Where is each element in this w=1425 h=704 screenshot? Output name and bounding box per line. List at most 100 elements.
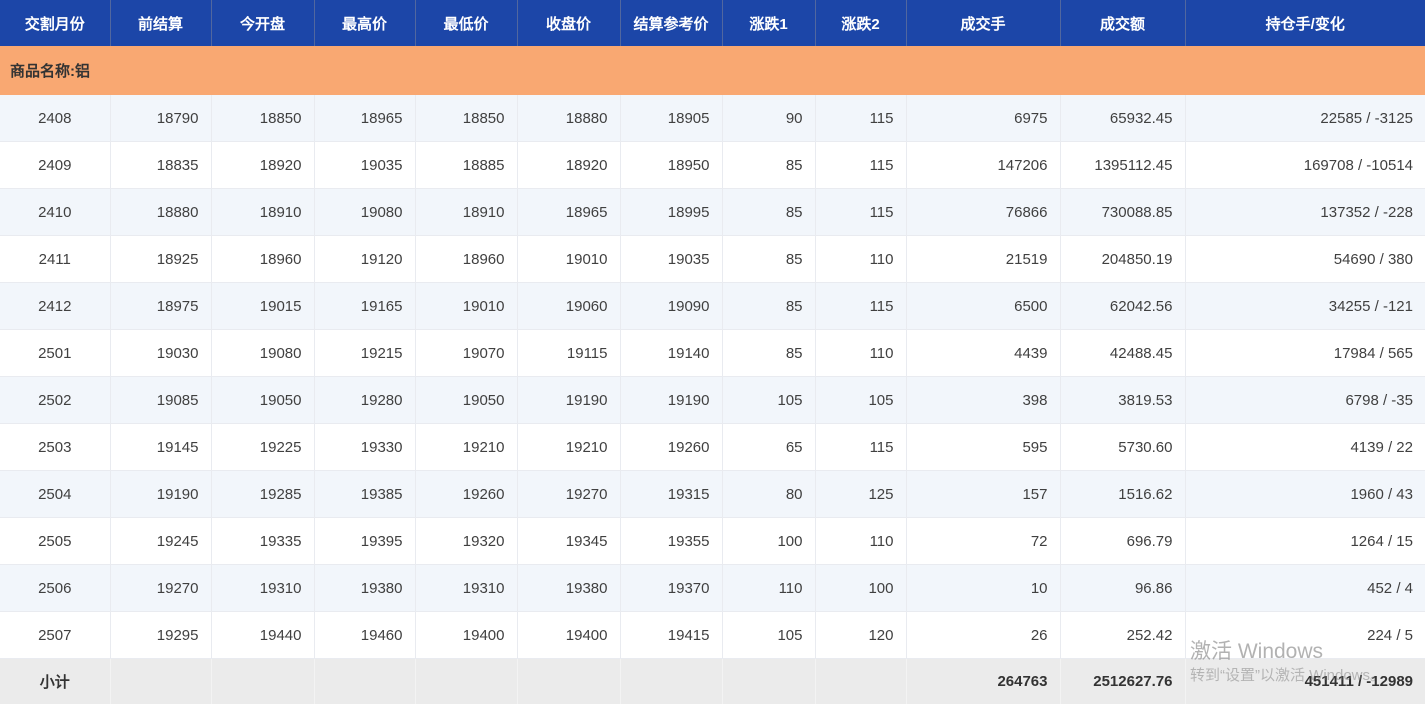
col-header-volume[interactable]: 成交手 — [906, 0, 1060, 46]
cell-prev_settle: 19295 — [110, 612, 211, 659]
cell-prev_settle: 19190 — [110, 471, 211, 518]
cell-turnover: 65932.45 — [1060, 95, 1185, 142]
cell-change1: 105 — [722, 377, 815, 424]
col-header-change1[interactable]: 涨跌1 — [722, 0, 815, 46]
cell-change2: 110 — [815, 330, 906, 377]
cell-settle_ref: 18950 — [620, 142, 722, 189]
col-header-open-interest[interactable]: 持仓手/变化 — [1185, 0, 1425, 46]
cell-low: 18960 — [415, 236, 517, 283]
cell-open: 18910 — [211, 189, 314, 236]
cell-open: 19335 — [211, 518, 314, 565]
col-header-settle-ref[interactable]: 结算参考价 — [620, 0, 722, 46]
col-header-low[interactable]: 最低价 — [415, 0, 517, 46]
cell-prev_settle: 18790 — [110, 95, 211, 142]
table-row: 2410188801891019080189101896518995851157… — [0, 189, 1425, 236]
cell-low: 18910 — [415, 189, 517, 236]
cell-month: 2409 — [0, 142, 110, 189]
cell-turnover: 1395112.45 — [1060, 142, 1185, 189]
col-header-change2[interactable]: 涨跌2 — [815, 0, 906, 46]
cell-settle_ref: 19035 — [620, 236, 722, 283]
cell-settle_ref: 19260 — [620, 424, 722, 471]
cell-open_interest: 17984 / 565 — [1185, 330, 1425, 377]
col-header-open[interactable]: 今开盘 — [211, 0, 314, 46]
cell-change2: 115 — [815, 95, 906, 142]
cell-prev_settle: 18975 — [110, 283, 211, 330]
subtotal-row: 小计 264763 2512627.76 451411 / -12989 — [0, 659, 1425, 704]
cell-change1: 90 — [722, 95, 815, 142]
cell-settle_ref: 19315 — [620, 471, 722, 518]
subtotal-empty-cell — [620, 659, 722, 704]
cell-settle_ref: 19355 — [620, 518, 722, 565]
cell-turnover: 204850.19 — [1060, 236, 1185, 283]
cell-turnover: 252.42 — [1060, 612, 1185, 659]
table-header: 交割月份 前结算 今开盘 最高价 最低价 收盘价 结算参考价 涨跌1 涨跌2 成… — [0, 0, 1425, 46]
cell-high: 19330 — [314, 424, 415, 471]
cell-high: 19280 — [314, 377, 415, 424]
table-row: 2502190851905019280190501919019190105105… — [0, 377, 1425, 424]
cell-change2: 115 — [815, 142, 906, 189]
commodity-group-row: 商品名称:铝 — [0, 46, 1425, 95]
cell-close: 19190 — [517, 377, 620, 424]
table-row: 2506192701931019380193101938019370110100… — [0, 565, 1425, 612]
cell-low: 18850 — [415, 95, 517, 142]
cell-change1: 85 — [722, 142, 815, 189]
cell-open_interest: 54690 / 380 — [1185, 236, 1425, 283]
col-header-close[interactable]: 收盘价 — [517, 0, 620, 46]
cell-open: 19310 — [211, 565, 314, 612]
cell-volume: 21519 — [906, 236, 1060, 283]
subtotal-empty-cell — [517, 659, 620, 704]
cell-close: 19270 — [517, 471, 620, 518]
col-header-high[interactable]: 最高价 — [314, 0, 415, 46]
cell-settle_ref: 19415 — [620, 612, 722, 659]
cell-close: 18965 — [517, 189, 620, 236]
cell-settle_ref: 19090 — [620, 283, 722, 330]
cell-open: 19080 — [211, 330, 314, 377]
cell-open: 19015 — [211, 283, 314, 330]
cell-low: 18885 — [415, 142, 517, 189]
cell-month: 2411 — [0, 236, 110, 283]
cell-high: 19215 — [314, 330, 415, 377]
cell-volume: 6975 — [906, 95, 1060, 142]
cell-volume: 147206 — [906, 142, 1060, 189]
cell-change1: 85 — [722, 330, 815, 377]
table-row: 2503191451922519330192101921019260651155… — [0, 424, 1425, 471]
cell-month: 2502 — [0, 377, 110, 424]
cell-open_interest: 137352 / -228 — [1185, 189, 1425, 236]
col-header-turnover[interactable]: 成交额 — [1060, 0, 1185, 46]
cell-change1: 80 — [722, 471, 815, 518]
cell-change1: 100 — [722, 518, 815, 565]
cell-month: 2507 — [0, 612, 110, 659]
cell-change2: 115 — [815, 283, 906, 330]
subtotal-empty-cell — [722, 659, 815, 704]
cell-open: 18850 — [211, 95, 314, 142]
cell-month: 2408 — [0, 95, 110, 142]
cell-change1: 110 — [722, 565, 815, 612]
cell-settle_ref: 18995 — [620, 189, 722, 236]
col-header-delivery-month[interactable]: 交割月份 — [0, 0, 110, 46]
cell-settle_ref: 18905 — [620, 95, 722, 142]
cell-volume: 4439 — [906, 330, 1060, 377]
cell-volume: 10 — [906, 565, 1060, 612]
cell-settle_ref: 19190 — [620, 377, 722, 424]
table-body: 2408187901885018965188501888018905901156… — [0, 95, 1425, 659]
cell-low: 19310 — [415, 565, 517, 612]
cell-high: 18965 — [314, 95, 415, 142]
cell-change2: 115 — [815, 189, 906, 236]
futures-quote-page: 交割月份 前结算 今开盘 最高价 最低价 收盘价 结算参考价 涨跌1 涨跌2 成… — [0, 0, 1425, 704]
cell-month: 2410 — [0, 189, 110, 236]
subtotal-label: 小计 — [0, 659, 110, 704]
table-row: 2507192951944019460194001940019415105120… — [0, 612, 1425, 659]
cell-month: 2505 — [0, 518, 110, 565]
subtotal-empty-cell — [211, 659, 314, 704]
cell-change2: 115 — [815, 424, 906, 471]
cell-open_interest: 4139 / 22 — [1185, 424, 1425, 471]
cell-close: 19345 — [517, 518, 620, 565]
cell-turnover: 696.79 — [1060, 518, 1185, 565]
cell-turnover: 62042.56 — [1060, 283, 1185, 330]
subtotal-empty-cell — [110, 659, 211, 704]
subtotal-volume: 264763 — [906, 659, 1060, 704]
cell-month: 2501 — [0, 330, 110, 377]
cell-high: 19035 — [314, 142, 415, 189]
col-header-prev-settle[interactable]: 前结算 — [110, 0, 211, 46]
commodity-name-label: 商品名称:铝 — [0, 46, 1425, 95]
